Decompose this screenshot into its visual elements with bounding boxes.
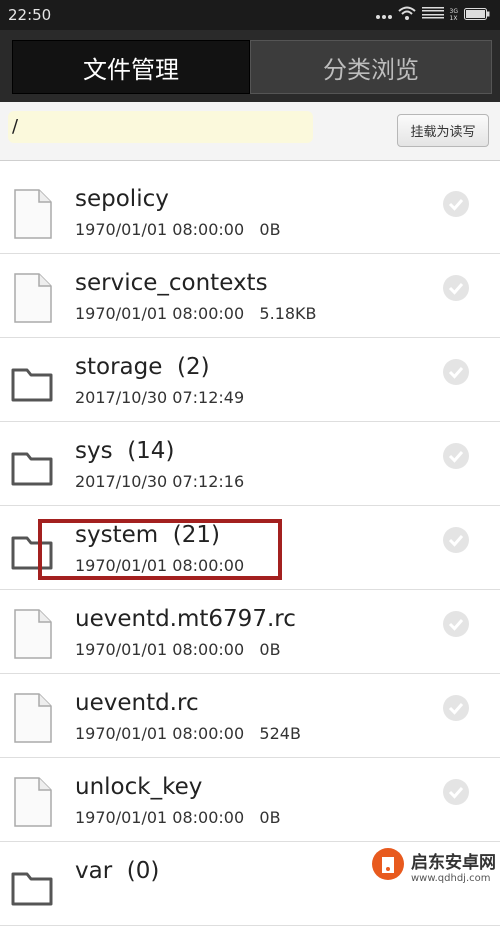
folder-icon [11,860,55,912]
item-meta: 2017/10/30 07:12:49 [75,388,245,407]
list-item[interactable]: unlock_key 1970/01/01 08:00:00 0B [0,758,500,842]
file-icon [11,272,55,324]
more-dots-icon [375,6,392,24]
file-icon [11,776,55,828]
network-type: 3G 1X [449,8,458,22]
check-icon[interactable] [442,526,470,554]
file-icon [11,608,55,660]
folder-icon [11,440,55,492]
tab-category-browse[interactable]: 分类浏览 [250,40,492,94]
mount-read-write-button[interactable]: 挂载为读写 [397,114,489,147]
item-name: storage (2) [75,354,210,380]
check-icon[interactable] [442,442,470,470]
item-name: var (0) [75,858,160,884]
check-icon[interactable] [442,694,470,722]
item-name: ueventd.rc [75,690,199,716]
path-bar: / 挂载为读写 [0,102,500,161]
tab-bar: 文件管理 分类浏览 [0,30,500,102]
item-name: unlock_key [75,774,203,800]
watermark-text: 启东安卓网 www.qdhdj.com [411,848,496,884]
item-name: ueventd.mt6797.rc [75,606,296,632]
watermark: 启东安卓网 www.qdhdj.com [371,847,496,885]
list-item[interactable]: storage (2) 2017/10/30 07:12:49 [0,338,500,422]
item-name: sys (14) [75,438,175,464]
item-meta: 1970/01/01 08:00:00 0B [75,808,281,827]
status-icons: 3G 1X [375,6,490,24]
tab-file-manager[interactable]: 文件管理 [12,40,250,94]
battery-icon [464,6,490,24]
check-icon[interactable] [442,358,470,386]
item-meta: 1970/01/01 08:00:00 0B [75,640,281,659]
folder-icon [11,356,55,408]
check-icon[interactable] [442,274,470,302]
status-time: 22:50 [8,6,52,24]
check-icon[interactable] [442,190,470,218]
signal-bars-icon [421,6,444,24]
list-item[interactable]: sys (14) 2017/10/30 07:12:16 [0,422,500,506]
watermark-url: www.qdhdj.com [411,873,491,884]
item-meta: 1970/01/01 08:00:00 5.18KB [75,304,317,323]
watermark-title: 启东安卓网 [411,853,496,873]
list-item[interactable]: sepolicy 1970/01/01 08:00:00 0B [0,170,500,254]
status-bar: 22:50 3G 1X [0,0,500,30]
item-meta: 1970/01/01 08:00:00 524B [75,724,301,743]
path-field[interactable]: / [8,111,313,143]
check-icon[interactable] [442,610,470,638]
watermark-logo-icon [371,847,405,885]
item-name: sepolicy [75,186,169,212]
file-icon [11,188,55,240]
wifi-icon [397,6,416,24]
item-name: service_contexts [75,270,268,296]
list-item[interactable]: ueventd.mt6797.rc 1970/01/01 08:00:00 0B [0,590,500,674]
list-item[interactable]: ueventd.rc 1970/01/01 08:00:00 524B [0,674,500,758]
highlight-annotation [38,519,282,580]
item-meta: 2017/10/30 07:12:16 [75,472,245,491]
check-icon[interactable] [442,778,470,806]
list-item[interactable]: service_contexts 1970/01/01 08:00:00 5.1… [0,254,500,338]
file-icon [11,692,55,744]
item-meta: 1970/01/01 08:00:00 0B [75,220,281,239]
